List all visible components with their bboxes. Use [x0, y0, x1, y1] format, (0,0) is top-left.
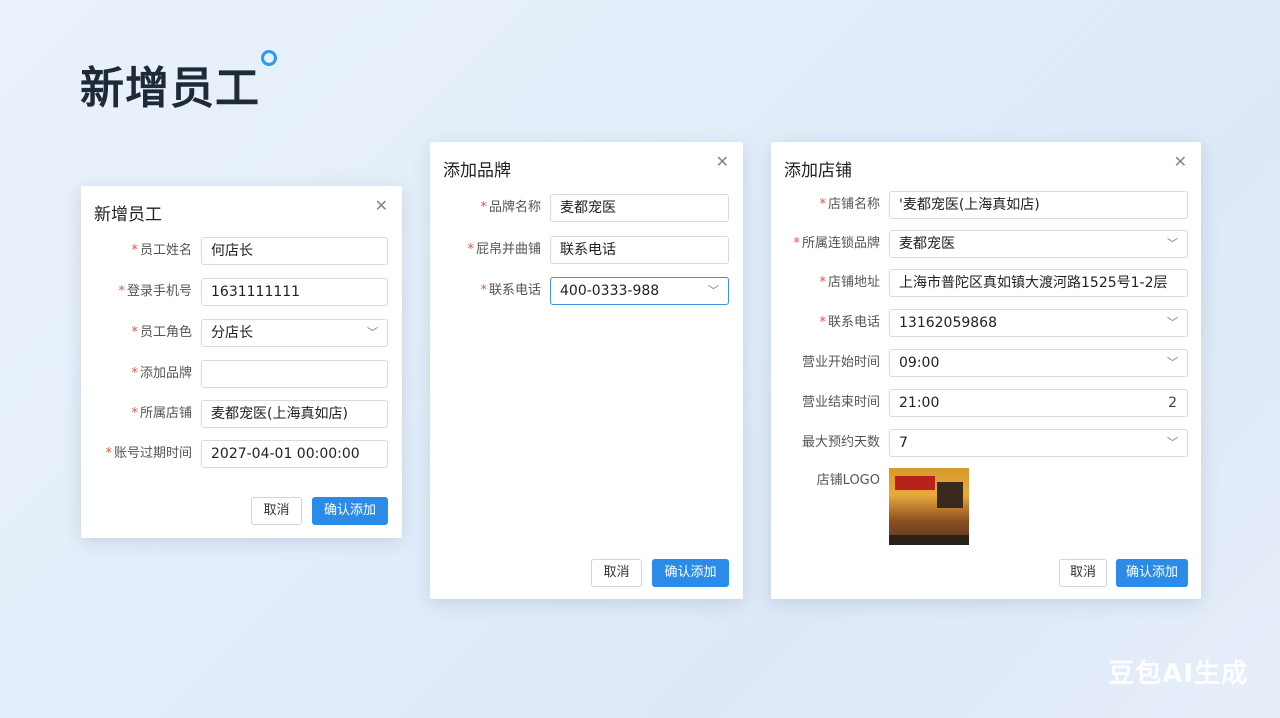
chevron-down-icon: ﹀ [367, 326, 378, 339]
field-label: * 联系电话 [480, 283, 541, 298]
store-name-input[interactable]: '麦都宠医(上海真如店) [889, 191, 1188, 219]
form-row-brand-second: * 屁帛并曲铺 联系电话 [430, 236, 743, 266]
store-input[interactable]: 麦都宠医(上海真如店) [201, 400, 388, 428]
field-label: * 店铺名称 [819, 197, 880, 212]
open-time-select[interactable]: 09:00 ﹀ [889, 349, 1188, 377]
expire-time-input[interactable]: 2027-04-01 00:00:00 [201, 440, 388, 468]
chain-brand-select[interactable]: 麦都宠医 ﹀ [889, 230, 1188, 258]
select-value: 13162059868 [899, 315, 997, 331]
chevron-down-icon: ﹀ [1167, 237, 1178, 250]
employee-name-input[interactable]: 何店长 [201, 237, 388, 265]
brand-phone-select[interactable]: 400-0333-988 ﹀ [550, 277, 729, 305]
chevron-down-icon: ﹀ [1167, 356, 1178, 369]
login-phone-input[interactable]: 1631111111 [201, 278, 388, 306]
form-row-login-phone: * 登录手机号 1631111111 [81, 278, 402, 308]
employee-role-select[interactable]: 分店长 ﹀ [201, 319, 388, 347]
logo-window-shape [937, 482, 963, 508]
form-row-brand-phone: * 联系电话 400-0333-988 ﹀ [430, 277, 743, 307]
cancel-button[interactable]: 取消 [251, 497, 302, 525]
page-title: 新增员工 [80, 63, 260, 114]
form-row-store-logo: 店铺LOGO [771, 467, 1201, 547]
form-row-expire-time: * 账号过期时间 2027-04-01 00:00:00 [81, 440, 402, 470]
form-row-store-address: * 店铺地址 上海市普陀区真如镇大渡河路1525号1-2层 [771, 269, 1201, 299]
form-row-brand-name: * 品牌名称 麦都宠医 [430, 194, 743, 224]
form-row-max-days: 最大预约天数 7 ﹀ [771, 429, 1201, 459]
form-row-employee-name: * 员工姓名 何店长 [81, 237, 402, 267]
input-value: 21:00 [899, 395, 940, 411]
cancel-button[interactable]: 取消 [591, 559, 642, 587]
field-label: * 所属店铺 [131, 406, 192, 421]
field-label: 营业开始时间 [801, 355, 880, 370]
confirm-add-button[interactable]: 确认添加 [312, 497, 388, 525]
brand-dialog-title: 添加品牌 [443, 161, 511, 181]
field-label: * 屁帛并曲铺 [467, 242, 541, 257]
form-row-employee-role: * 员工角色 分店长 ﹀ [81, 319, 402, 349]
max-days-select[interactable]: 7 ﹀ [889, 429, 1188, 457]
field-label: * 账号过期时间 [105, 446, 192, 461]
select-value: 麦都宠医 [899, 236, 955, 252]
employee-dialog-title: 新增员工 [94, 205, 162, 225]
store-logo-image[interactable] [889, 468, 969, 545]
title-ring-icon [261, 50, 277, 66]
employee-dialog: 新增员工 ✕ * 员工姓名 何店长 * 登录手机号 1631111111 * 员工角色… [81, 186, 402, 538]
form-row-close-time: 营业结束时间 21:00 2 [771, 389, 1201, 419]
form-row-store-phone: * 联系电话 13162059868 ﹀ [771, 309, 1201, 339]
chevron-down-icon: ﹀ [1167, 316, 1178, 329]
brand-name-input[interactable]: 麦都宠医 [550, 194, 729, 222]
add-brand-input[interactable] [201, 360, 388, 388]
store-address-input[interactable]: 上海市普陀区真如镇大渡河路1525号1-2层 [889, 269, 1188, 297]
form-row-chain-brand: * 所属连锁品牌 麦都宠医 ﹀ [771, 230, 1201, 260]
confirm-add-button[interactable]: 确认添加 [1116, 559, 1188, 587]
field-label: * 员工姓名 [131, 243, 192, 258]
chevron-down-icon: ﹀ [708, 284, 719, 297]
store-phone-select[interactable]: 13162059868 ﹀ [889, 309, 1188, 337]
select-value: 09:00 [899, 355, 940, 371]
logo-floor-shape [889, 535, 969, 545]
field-label: * 添加品牌 [131, 366, 192, 381]
store-dialog-title: 添加店铺 [784, 161, 852, 181]
chevron-down-icon: ﹀ [1167, 436, 1178, 449]
close-icon[interactable]: ✕ [375, 196, 388, 215]
confirm-add-button[interactable]: 确认添加 [652, 559, 729, 587]
brand-dialog: 添加品牌 ✕ * 品牌名称 麦都宠医 * 屁帛并曲铺 联系电话 * 联系电话 400-… [430, 142, 743, 599]
close-time-input[interactable]: 21:00 2 [889, 389, 1188, 417]
select-value: 分店长 [211, 325, 253, 341]
field-label: * 联系电话 [819, 315, 880, 330]
form-row-add-brand: * 添加品牌 [81, 360, 402, 390]
field-label: * 员工角色 [131, 325, 192, 340]
field-label: * 品牌名称 [480, 200, 541, 215]
field-label: * 店铺地址 [819, 275, 880, 290]
form-row-store: * 所属店铺 麦都宠医(上海真如店) [81, 400, 402, 430]
select-value: 7 [899, 435, 908, 451]
field-label: * 所属连锁品牌 [793, 236, 880, 251]
logo-sign-shape [895, 476, 935, 490]
input-suffix: 2 [1168, 395, 1177, 411]
field-label: 最大预约天数 [801, 435, 880, 450]
store-dialog: 添加店铺 ✕ * 店铺名称 '麦都宠医(上海真如店) * 所属连锁品牌 麦都宠医 ﹀… [771, 142, 1201, 599]
cancel-button[interactable]: 取消 [1059, 559, 1107, 587]
field-label: 店铺LOGO [816, 473, 880, 488]
watermark: 豆包AI生成 [1108, 659, 1248, 689]
close-icon[interactable]: ✕ [1174, 152, 1187, 171]
brand-second-input[interactable]: 联系电话 [550, 236, 729, 264]
close-icon[interactable]: ✕ [716, 152, 729, 171]
select-value: 400-0333-988 [560, 283, 660, 299]
form-row-store-name: * 店铺名称 '麦都宠医(上海真如店) [771, 191, 1201, 221]
field-label: 营业结束时间 [801, 395, 880, 410]
form-row-open-time: 营业开始时间 09:00 ﹀ [771, 349, 1201, 379]
field-label: * 登录手机号 [118, 284, 192, 299]
